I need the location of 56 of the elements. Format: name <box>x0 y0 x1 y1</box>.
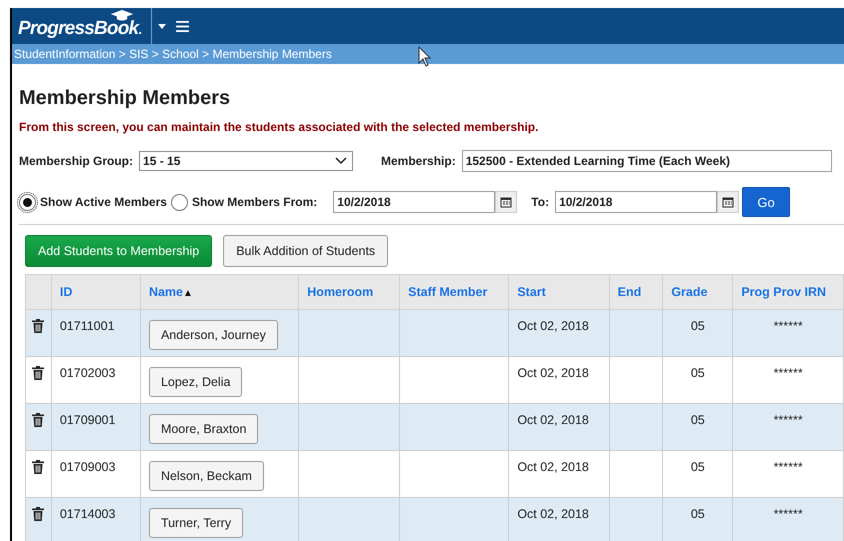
table-cell: ****** <box>732 310 844 356</box>
logo[interactable]: ProgressBook. <box>18 19 143 39</box>
trash-icon[interactable] <box>32 507 44 521</box>
field-label: Membership Group: <box>19 154 134 168</box>
trash-icon[interactable] <box>32 413 44 427</box>
radio-option[interactable]: Show Members From: <box>170 194 318 210</box>
table-cell: ****** <box>732 498 844 541</box>
table-cell: 01714003 <box>51 498 140 541</box>
table-cell: 01711001 <box>51 310 140 356</box>
calendar-icon[interactable] <box>717 191 740 213</box>
membership-group-dropdown[interactable]: 15 - 15 <box>139 151 354 171</box>
column-header[interactable]: Homeroom <box>298 274 400 310</box>
table-cell: Oct 02, 2018 <box>508 310 610 356</box>
table-cell: Oct 02, 2018 <box>508 404 610 450</box>
student-name-button[interactable]: Nelson, Beckam <box>148 461 264 491</box>
field-label: Membership: <box>381 154 456 168</box>
column-header[interactable]: Staff Member <box>400 274 509 310</box>
radio-option[interactable]: Show Active Members <box>19 194 167 210</box>
student-name-button[interactable]: Lopez, Delia <box>148 367 242 397</box>
menu-icon[interactable] <box>176 20 189 32</box>
student-name-button[interactable]: Moore, Braxton <box>148 414 258 444</box>
from-date-field[interactable]: 10/2/2018 <box>333 191 496 213</box>
student-name-button[interactable]: Turner, Terry <box>148 508 244 538</box>
trash-icon[interactable] <box>32 460 44 474</box>
table-cell: 05 <box>662 498 733 541</box>
table-cell <box>609 404 663 450</box>
column-header[interactable]: End <box>609 274 663 310</box>
calendar-icon[interactable] <box>495 191 518 213</box>
add-students-button[interactable]: Add Students to Membership <box>25 235 212 267</box>
breadcrumb: StudentInformation > SIS > School > Membership Members <box>14 47 332 61</box>
student-name-button[interactable]: Anderson, Journey <box>148 320 278 350</box>
to-date-field[interactable]: 10/2/2018 <box>555 191 718 213</box>
table-cell <box>609 498 663 541</box>
description: From this screen, you can maintain the students associated with the selected membership. <box>19 120 540 134</box>
column-header[interactable]: Name▲ <box>140 274 299 310</box>
column-header[interactable]: ID <box>51 274 140 310</box>
trash-icon[interactable] <box>32 319 44 333</box>
mouse-pointer-icon <box>418 46 432 68</box>
caret-icon[interactable] <box>158 24 166 28</box>
membership-field[interactable]: 152500 - Extended Learning Time (Each Week) <box>462 150 832 172</box>
trash-icon[interactable] <box>32 366 44 380</box>
table-cell: 05 <box>662 310 733 356</box>
table-cell <box>609 310 663 356</box>
table-cell: 01709001 <box>51 404 140 450</box>
go-button[interactable]: Go <box>742 187 790 217</box>
column-header[interactable]: Start <box>508 274 610 310</box>
chevron-icon <box>335 157 348 165</box>
table-cell: 05 <box>662 404 733 450</box>
field-label: To: <box>531 195 550 209</box>
bulk-addition-button[interactable]: Bulk Addition of Students <box>223 235 388 267</box>
graduation-cap-icon <box>108 9 135 21</box>
page-title: Membership Members <box>19 86 232 110</box>
table-cell: ****** <box>732 404 844 450</box>
table-cell: Oct 02, 2018 <box>508 498 610 541</box>
column-header[interactable]: Prog Prov IRN <box>732 274 844 310</box>
column-header[interactable]: Grade <box>662 274 733 310</box>
